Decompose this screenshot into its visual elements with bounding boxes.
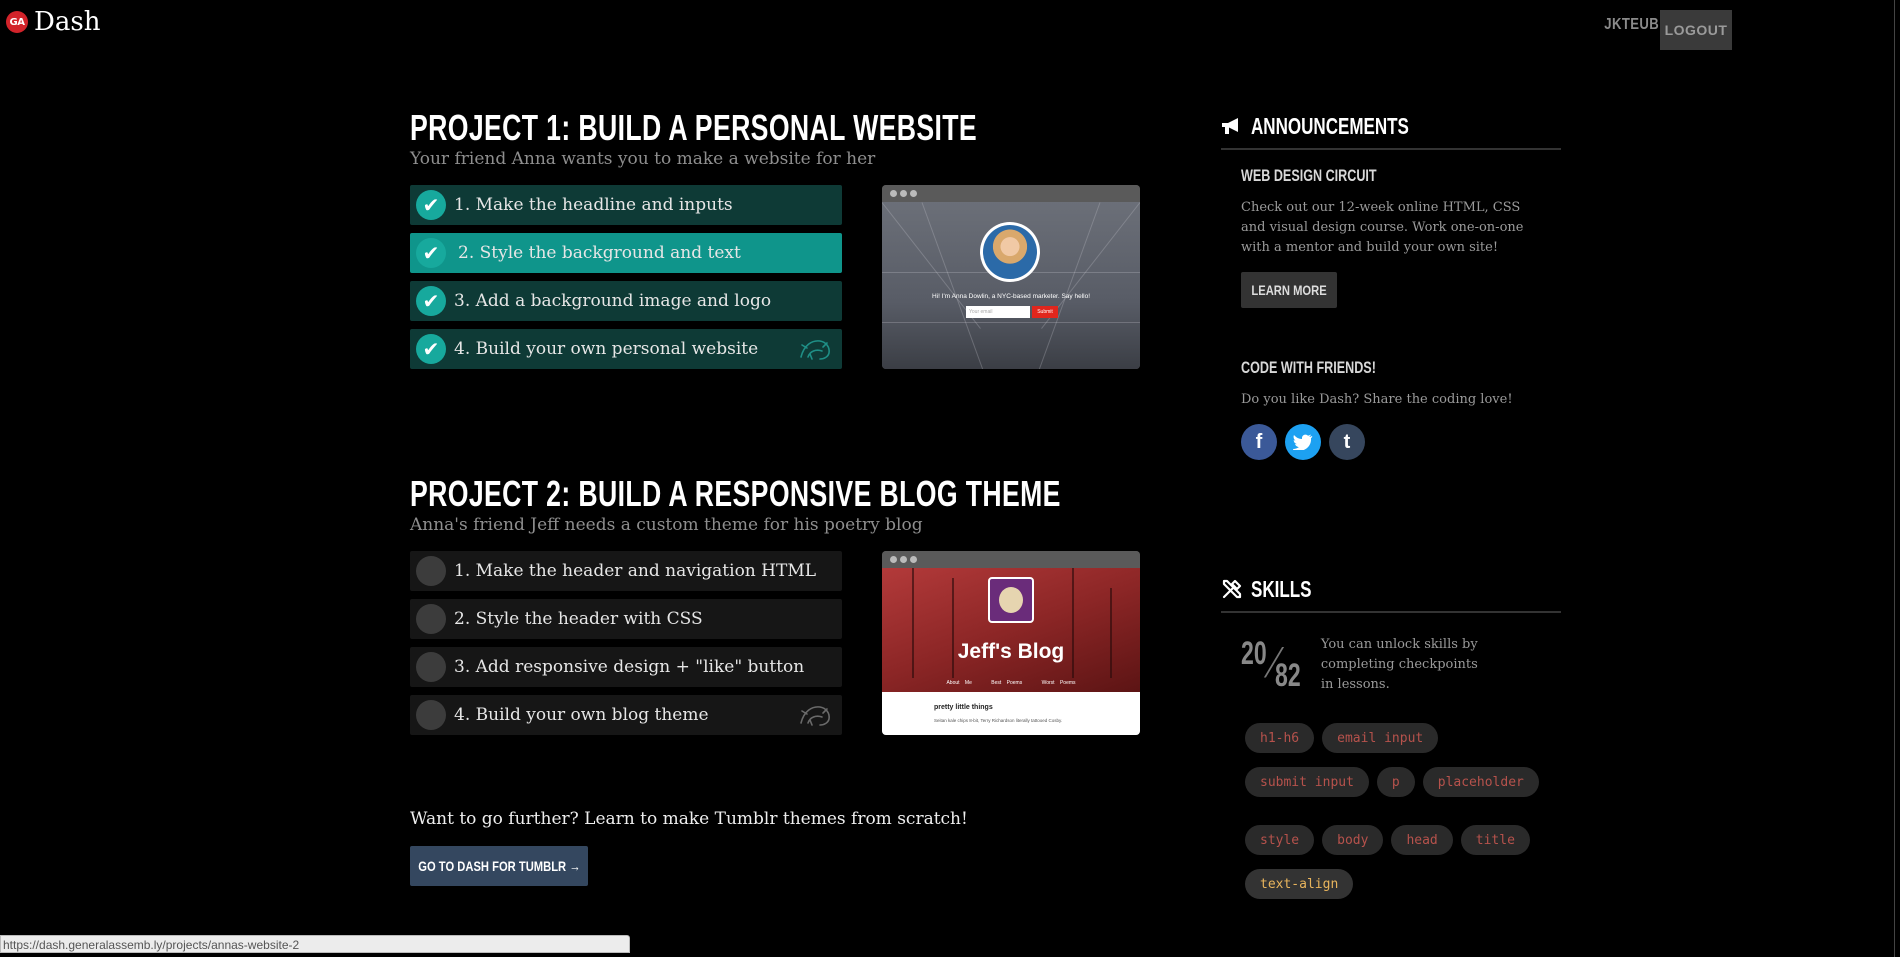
- blog-post-area: pretty little things Seitan kale chips 8…: [882, 692, 1140, 735]
- blog-nav-item: About Me: [946, 680, 972, 686]
- preview-email-input: Your email: [966, 306, 1030, 318]
- skill-tag[interactable]: body: [1322, 825, 1384, 855]
- status-bar-url: https://dash.generalassemb.ly/projects/a…: [0, 935, 630, 953]
- blog-nav-item: Best Poems: [991, 680, 1023, 686]
- announcements-title: ANNOUNCEMENTS: [1251, 112, 1409, 139]
- button-label: GO TO DASH FOR TUMBLR →: [417, 858, 581, 874]
- empty-circle-icon: [416, 700, 446, 730]
- browser-chrome: [882, 551, 1140, 568]
- skills-total-count: 82: [1275, 657, 1301, 693]
- step-item-active[interactable]: ✔ 2. Style the background and text: [410, 233, 842, 273]
- github-octocat-icon: [800, 706, 830, 726]
- check-icon: ✔: [416, 238, 446, 268]
- blog-header-image: Jeff's Blog About Me Best Poems Worst Po…: [882, 568, 1140, 692]
- step-label: 4. Build your own personal website: [454, 339, 759, 359]
- skills-counter: 20 ⁄ 82 You can unlock skills by complet…: [1241, 635, 1561, 695]
- announcement-text: Check out our 12-week online HTML, CSS a…: [1241, 200, 1524, 255]
- avatar: [980, 222, 1040, 282]
- step-label: 3. Add responsive design + "like" button: [454, 657, 805, 677]
- skill-tag-unlocked[interactable]: text-align: [1245, 869, 1354, 899]
- blog-post-title: pretty little things: [934, 704, 993, 711]
- project-title: PROJECT 1: BUILD A PERSONAL WEBSITE: [410, 107, 978, 148]
- empty-circle-icon: [416, 556, 446, 586]
- go-to-dash-tumblr-button[interactable]: GO TO DASH FOR TUMBLR →: [410, 846, 588, 886]
- announcements-panel: ANNOUNCEMENTS WEB DESIGN CIRCUIT Check o…: [1221, 110, 1561, 460]
- empty-circle-icon: [416, 604, 446, 634]
- step-item[interactable]: 1. Make the header and navigation HTML: [410, 551, 842, 591]
- check-icon: ✔: [416, 190, 446, 220]
- social-share-row: f t: [1241, 424, 1561, 460]
- blog-post-text: Seitan kale chips 8-bit, Terry Richardso…: [934, 718, 1063, 723]
- project-title: PROJECT 2: BUILD A RESPONSIVE BLOG THEME: [410, 473, 1061, 514]
- step-label: 1. Make the header and navigation HTML: [454, 561, 817, 581]
- skill-tag[interactable]: submit input: [1245, 767, 1369, 797]
- brand-name: Dash: [34, 7, 101, 37]
- skills-unlocked-count: 20: [1241, 635, 1267, 671]
- project-1-preview[interactable]: Hi! I'm Anna Dowlin, a NYC-based markete…: [882, 185, 1140, 369]
- step-label: 2. Style the header with CSS: [454, 609, 703, 629]
- skills-title: SKILLS: [1251, 575, 1312, 602]
- skills-text: You can unlock skills by completing chec…: [1320, 637, 1478, 692]
- skill-tags: h1-h6 email input submit input p placeho…: [1245, 723, 1545, 899]
- bridge-background: Hi! I'm Anna Dowlin, a NYC-based markete…: [882, 202, 1140, 369]
- blog-nav-item: Worst Poems: [1041, 680, 1076, 686]
- announcement-code-with-friends: CODE WITH FRIENDS! Do you like Dash? Sha…: [1241, 358, 1561, 460]
- preview-submit-button: Submit: [1032, 306, 1058, 318]
- empty-circle-icon: [416, 652, 446, 682]
- step-label: 4. Build your own blog theme: [454, 705, 709, 725]
- skill-tag[interactable]: title: [1460, 825, 1530, 855]
- step-item[interactable]: 4. Build your own blog theme: [410, 695, 842, 735]
- step-item[interactable]: 3. Add responsive design + "like" button: [410, 647, 842, 687]
- announcement-title: CODE WITH FRIENDS!: [1241, 358, 1376, 377]
- announcements-header: ANNOUNCEMENTS: [1221, 110, 1561, 150]
- blog-avatar: [988, 577, 1034, 623]
- page-edge: [1894, 0, 1895, 957]
- browser-chrome: [882, 185, 1140, 202]
- announcement-text: Do you like Dash? Share the coding love!: [1241, 392, 1513, 407]
- skill-tag[interactable]: placeholder: [1422, 767, 1539, 797]
- tumblr-icon[interactable]: t: [1329, 424, 1365, 460]
- check-icon: ✔: [416, 286, 446, 316]
- step-list: 1. Make the header and navigation HTML 2…: [410, 551, 842, 743]
- preview-caption: Hi! I'm Anna Dowlin, a NYC-based markete…: [931, 293, 1091, 300]
- step-item[interactable]: ✔ 3. Add a background image and logo: [410, 281, 842, 321]
- skills-header: SKILLS: [1221, 573, 1561, 613]
- further-text: Want to go further? Learn to make Tumblr…: [410, 809, 968, 829]
- check-icon: ✔: [416, 334, 446, 364]
- project-2-preview[interactable]: Jeff's Blog About Me Best Poems Worst Po…: [882, 551, 1140, 735]
- project-subtitle: Your friend Anna wants you to make a web…: [410, 149, 876, 169]
- skill-tag[interactable]: h1-h6: [1245, 723, 1315, 753]
- step-label: 2. Style the background and text: [458, 243, 741, 263]
- skill-tag[interactable]: p: [1376, 767, 1415, 797]
- step-label: 3. Add a background image and logo: [454, 291, 772, 311]
- step-item[interactable]: ✔ 4. Build your own personal website: [410, 329, 842, 369]
- learn-more-button[interactable]: LEARN MORE: [1241, 272, 1337, 308]
- blog-nav: About Me Best Poems Worst Poems: [882, 680, 1140, 686]
- announcement-web-design: WEB DESIGN CIRCUIT Check out our 12-week…: [1241, 166, 1561, 308]
- step-list: ✔ 1. Make the headline and inputs ✔ 2. S…: [410, 185, 842, 377]
- twitter-icon[interactable]: [1285, 424, 1321, 460]
- project-2: PROJECT 2: BUILD A RESPONSIVE BLOG THEME…: [410, 473, 1289, 735]
- project-1: PROJECT 1: BUILD A PERSONAL WEBSITE Your…: [410, 107, 1176, 369]
- project-subtitle: Anna's friend Jeff needs a custom theme …: [410, 515, 923, 535]
- step-item[interactable]: ✔ 1. Make the headline and inputs: [410, 185, 842, 225]
- step-item[interactable]: 2. Style the header with CSS: [410, 599, 842, 639]
- skill-tag[interactable]: head: [1391, 825, 1453, 855]
- skill-tag[interactable]: email input: [1322, 723, 1439, 753]
- skill-tag[interactable]: style: [1245, 825, 1315, 855]
- step-label: 1. Make the headline and inputs: [454, 195, 733, 215]
- github-octocat-icon: [800, 340, 830, 360]
- ga-badge-icon: GA: [6, 11, 28, 33]
- megaphone-icon: [1222, 118, 1238, 134]
- preview-form: Your email Submit: [966, 306, 1058, 318]
- skills-panel: SKILLS 20 ⁄ 82 You can unlock skills by …: [1221, 573, 1561, 899]
- facebook-icon[interactable]: f: [1241, 424, 1277, 460]
- announcement-title: WEB DESIGN CIRCUIT: [1241, 166, 1377, 185]
- button-label: LEARN MORE: [1251, 282, 1327, 298]
- blog-title: Jeff's Blog: [957, 640, 1065, 663]
- logout-button[interactable]: LOGOUT: [1660, 10, 1732, 50]
- tools-icon: [1222, 579, 1242, 599]
- brand-logo[interactable]: GA Dash: [6, 7, 100, 37]
